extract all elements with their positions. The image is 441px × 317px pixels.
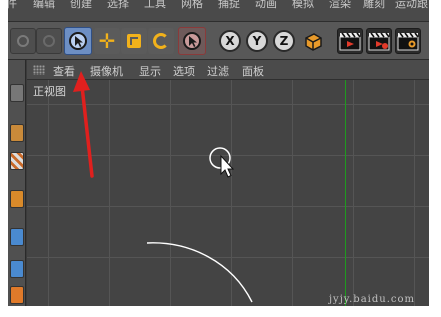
left-tool-palette bbox=[8, 60, 26, 306]
y-axis-label: Y bbox=[246, 30, 268, 52]
front-viewport[interactable]: 正视图 jyjy.baidu.com bbox=[27, 80, 429, 306]
menu-item-sculpt[interactable]: 雕刻 bbox=[363, 0, 385, 11]
menu-item-select[interactable]: 选择 bbox=[107, 0, 129, 11]
texture-mode-icon[interactable] bbox=[10, 152, 24, 170]
clapboard-render-icon bbox=[368, 32, 390, 51]
clapboard-icon bbox=[339, 32, 361, 51]
menu-item-edit[interactable]: 编辑 bbox=[33, 0, 55, 11]
menu-item-simulate[interactable]: 模拟 bbox=[292, 0, 314, 11]
menu-filter[interactable]: 过滤 bbox=[207, 63, 229, 79]
move-tool-button[interactable]: ✛ bbox=[94, 28, 120, 54]
menu-view[interactable]: 查看 bbox=[53, 63, 75, 79]
menu-display[interactable]: 显示 bbox=[139, 63, 161, 79]
y-axis-line bbox=[345, 80, 346, 306]
edges-mode-icon[interactable] bbox=[10, 260, 24, 278]
workplane-icon[interactable] bbox=[10, 190, 24, 208]
coordinate-system-button[interactable] bbox=[300, 28, 326, 54]
scale-tool-button[interactable] bbox=[121, 28, 147, 54]
y-axis-button[interactable]: Y bbox=[244, 28, 270, 54]
rotate-tool-button[interactable] bbox=[148, 28, 174, 54]
clapboard-settings-icon bbox=[397, 32, 419, 51]
main-toolbar: ✛ X Y Z bbox=[8, 22, 429, 60]
app-window: 件 编辑 创建 选择 工具 网格 捕捉 动画 模拟 渲染 雕刻 运动跟 ✛ X … bbox=[8, 0, 429, 306]
x-axis-button[interactable]: X bbox=[217, 28, 243, 54]
make-editable-icon[interactable] bbox=[10, 84, 24, 102]
menu-panel[interactable]: 面板 bbox=[242, 63, 264, 79]
z-axis-button[interactable]: Z bbox=[271, 28, 297, 54]
menu-item-animate[interactable]: 动画 bbox=[255, 0, 277, 11]
main-menu-bar: 件 编辑 创建 选择 工具 网格 捕捉 动画 模拟 渲染 雕刻 运动跟 bbox=[8, 0, 429, 22]
menu-item-mesh[interactable]: 网格 bbox=[181, 0, 203, 11]
grip-handle-icon[interactable] bbox=[33, 65, 45, 75]
scale-icon bbox=[127, 34, 141, 48]
menu-item-motion-tracking[interactable]: 运动跟 bbox=[395, 0, 428, 11]
undo-icon bbox=[17, 35, 29, 47]
menu-item-file[interactable]: 件 bbox=[8, 0, 17, 11]
viewport-menu-bar: 查看 摄像机 显示 选项 过滤 面板 bbox=[27, 60, 429, 80]
undo-button[interactable] bbox=[10, 28, 36, 54]
points-mode-icon[interactable] bbox=[10, 228, 24, 246]
rotate-icon bbox=[153, 33, 169, 49]
polygons-mode-icon[interactable] bbox=[10, 286, 24, 304]
cursor-select-icon bbox=[69, 32, 87, 50]
menu-item-render[interactable]: 渲染 bbox=[329, 0, 351, 11]
menu-item-tools[interactable]: 工具 bbox=[144, 0, 166, 11]
last-tool-button[interactable] bbox=[178, 27, 206, 55]
render-view-button[interactable] bbox=[337, 28, 363, 54]
menu-item-create[interactable]: 创建 bbox=[70, 0, 92, 11]
menu-item-snap[interactable]: 捕捉 bbox=[218, 0, 240, 11]
render-to-picture-viewer-button[interactable] bbox=[366, 28, 392, 54]
move-icon: ✛ bbox=[98, 29, 116, 53]
x-axis-label: X bbox=[219, 30, 241, 52]
watermark-text: jyjy.baidu.com bbox=[328, 294, 415, 305]
viewport-title: 正视图 bbox=[33, 85, 66, 98]
coordinate-cube-icon bbox=[305, 33, 322, 51]
z-axis-label: Z bbox=[273, 30, 295, 52]
menu-options[interactable]: 选项 bbox=[173, 63, 195, 79]
render-settings-button[interactable] bbox=[395, 28, 421, 54]
menu-cameras[interactable]: 摄像机 bbox=[90, 63, 123, 79]
live-selection-button[interactable] bbox=[64, 27, 92, 55]
redo-icon bbox=[43, 35, 55, 47]
redo-button[interactable] bbox=[36, 28, 62, 54]
recent-tool-icon bbox=[183, 32, 201, 50]
model-mode-icon[interactable] bbox=[10, 124, 24, 142]
